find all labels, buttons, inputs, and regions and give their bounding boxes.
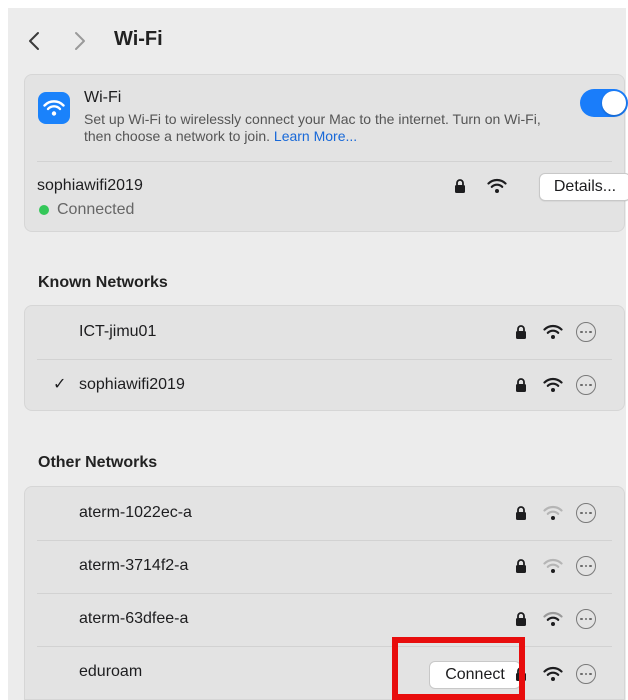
more-options-icon[interactable] — [576, 503, 596, 523]
wifi-signal-weak-icon — [543, 505, 563, 520]
lock-icon — [516, 506, 526, 520]
network-row-aterm-3714f2-a[interactable]: aterm-3714f2-a — [25, 540, 624, 593]
toolbar: Wi-Fi — [8, 8, 626, 70]
known-networks-list: ICT-jimu01 ✓ sophiawifi2019 — [24, 305, 625, 411]
lock-icon — [455, 179, 465, 193]
wifi-signal-icon — [543, 324, 563, 339]
network-row-ict-jimu01[interactable]: ICT-jimu01 — [25, 306, 624, 359]
more-options-icon[interactable] — [576, 556, 596, 576]
wifi-signal-weak-icon — [543, 558, 563, 573]
connection-status-text: Connected — [57, 201, 135, 218]
lock-icon — [516, 559, 526, 573]
connection-status: Connected — [39, 201, 134, 219]
wifi-signal-icon — [543, 611, 563, 626]
wifi-toggle[interactable] — [580, 89, 628, 117]
page-title: Wi-Fi — [114, 28, 163, 50]
wifi-signal-icon — [487, 178, 507, 193]
checkmark-icon: ✓ — [53, 376, 67, 393]
connect-button[interactable]: Connect — [429, 661, 521, 689]
network-row-eduroam[interactable]: eduroam Connect — [25, 646, 624, 699]
more-options-icon[interactable] — [576, 609, 596, 629]
lock-icon — [516, 378, 526, 392]
chevron-left-icon[interactable] — [24, 30, 44, 52]
other-networks-list: aterm-1022ec-a aterm-3714f2-a aterm-63df… — [24, 486, 625, 700]
network-row-aterm-1022ec-a[interactable]: aterm-1022ec-a — [25, 487, 624, 540]
network-name: ICT-jimu01 — [79, 323, 157, 340]
more-options-icon[interactable] — [576, 322, 596, 342]
status-dot-icon — [39, 205, 49, 215]
network-name: eduroam — [79, 663, 143, 680]
network-name: aterm-3714f2-a — [79, 557, 189, 574]
wifi-title: Wi-Fi — [84, 89, 122, 106]
chevron-right-icon[interactable] — [70, 30, 90, 52]
network-row-aterm-63dfee-a[interactable]: aterm-63dfee-a — [25, 593, 624, 646]
lock-icon — [516, 325, 526, 339]
network-name: aterm-1022ec-a — [79, 504, 192, 521]
divider — [37, 161, 612, 162]
lock-icon — [516, 612, 526, 626]
wifi-signal-icon — [543, 377, 563, 392]
wifi-card: Wi-Fi Set up Wi-Fi to wirelessly connect… — [24, 74, 628, 232]
settings-window: Wi-Fi Wi-Fi Set up Wi-Fi to wirelessly c… — [8, 8, 628, 700]
wifi-signal-icon — [543, 666, 563, 681]
network-name: aterm-63dfee-a — [79, 610, 189, 627]
network-row-sophiawifi2019[interactable]: ✓ sophiawifi2019 — [25, 359, 624, 412]
learn-more-link[interactable]: Learn More... — [274, 128, 357, 144]
wifi-description: Set up Wi-Fi to wirelessly connect your … — [84, 111, 554, 145]
network-name: sophiawifi2019 — [79, 376, 185, 393]
wifi-app-icon — [38, 92, 70, 124]
details-button[interactable]: Details... — [539, 173, 628, 201]
more-options-icon[interactable] — [576, 664, 596, 684]
lock-icon — [516, 667, 526, 681]
toggle-knob — [602, 91, 626, 115]
other-networks-heading: Other Networks — [38, 454, 158, 471]
known-networks-heading: Known Networks — [38, 274, 168, 291]
more-options-icon[interactable] — [576, 375, 596, 395]
current-network-name: sophiawifi2019 — [37, 177, 143, 194]
wifi-toggle-row: Wi-Fi Set up Wi-Fi to wirelessly connect… — [25, 75, 628, 161]
